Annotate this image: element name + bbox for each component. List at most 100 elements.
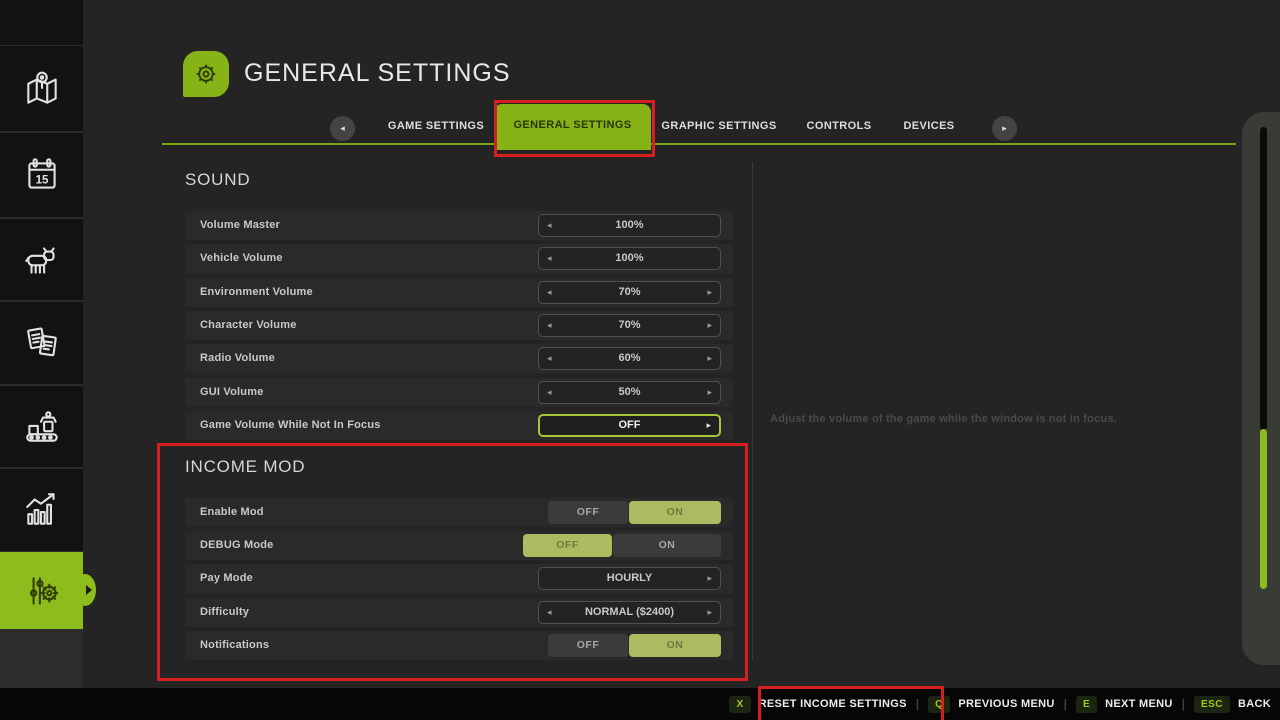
increase-arrow-icon[interactable]: ▸ (707, 382, 712, 403)
setting-value: 50% (539, 382, 720, 403)
setting-row-character-volume: Character Volume ◂ 70% ▸ (185, 311, 733, 340)
page-title: GENERAL SETTINGS (244, 59, 511, 88)
setting-label: DEBUG Mode (200, 531, 274, 560)
game-volume-not-in-focus-stepper-focused[interactable]: OFF ▸ (538, 414, 721, 437)
difficulty-stepper[interactable]: ◂ NORMAL ($2400) ▸ (538, 601, 721, 624)
setting-row-gui-volume: GUI Volume ◂ 50% ▸ (185, 378, 733, 407)
debug-mode-off-button[interactable]: OFF (523, 534, 612, 557)
chevron-right-icon: ▸ (1002, 123, 1007, 133)
setting-row-notifications: Notifications OFF ON (185, 631, 733, 660)
setting-value: 60% (539, 348, 720, 369)
increase-arrow-icon[interactable]: ▸ (707, 282, 712, 303)
increase-arrow-icon[interactable]: ▸ (707, 315, 712, 336)
debug-mode-toggle: OFF ON (523, 534, 721, 557)
tab-general-settings-active[interactable]: GENERAL SETTINGS (494, 104, 651, 150)
increase-arrow-icon[interactable]: ▸ (707, 602, 712, 623)
setting-label: Character Volume (200, 311, 297, 340)
map-icon (21, 68, 63, 110)
enable-mod-on-button[interactable]: ON (629, 501, 721, 524)
footer-divider: | (1064, 697, 1067, 711)
setting-description: Adjust the volume of the game while the … (770, 413, 1117, 425)
sidebar-item-map[interactable] (0, 46, 83, 131)
sidebar-active-bump (74, 574, 96, 606)
section-title-income-mod: INCOME MOD (185, 457, 305, 477)
sidebar-item-production[interactable] (0, 386, 83, 467)
reset-income-settings-label: RESET INCOME SETTINGS (759, 698, 907, 710)
sidebar-item-animals[interactable] (0, 219, 83, 300)
setting-value: 70% (539, 315, 720, 336)
vehicle-volume-stepper[interactable]: ◂ 100% (538, 247, 721, 270)
previous-menu-label: PREVIOUS MENU (958, 698, 1054, 710)
notifications-off-button[interactable]: OFF (548, 634, 628, 657)
setting-value: NORMAL ($2400) (539, 602, 720, 623)
section-title-sound: SOUND (185, 170, 250, 190)
footer-hint-bar: X RESET INCOME SETTINGS | Q PREVIOUS MEN… (0, 688, 1280, 720)
setting-row-game-volume-not-in-focus: Game Volume While Not In Focus OFF ▸ (185, 411, 733, 440)
setting-row-enable-mod: Enable Mod OFF ON (185, 498, 733, 527)
sidebar-item-contracts[interactable] (0, 302, 83, 384)
key-q-badge: Q (928, 696, 950, 713)
setting-row-vehicle-volume: Vehicle Volume ◂ 100% (185, 244, 733, 273)
setting-row-volume-master: Volume Master ◂ 100% (185, 211, 733, 240)
pay-mode-stepper[interactable]: HOURLY ▸ (538, 567, 721, 590)
setting-value: 100% (539, 248, 720, 269)
sidebar-item-empty (0, 0, 83, 45)
calendar-icon: 15 (21, 154, 63, 196)
increase-arrow-icon[interactable]: ▸ (707, 568, 712, 589)
production-icon (21, 406, 63, 448)
contracts-icon (21, 322, 63, 364)
tabs-scroll-right-button[interactable]: ▸ (992, 116, 1017, 141)
setting-label: Game Volume While Not In Focus (200, 411, 381, 440)
enable-mod-toggle: OFF ON (548, 501, 721, 524)
notifications-on-button[interactable]: ON (629, 634, 721, 657)
page-title-icon-badge (183, 51, 229, 97)
volume-master-stepper[interactable]: ◂ 100% (538, 214, 721, 237)
setting-row-radio-volume: Radio Volume ◂ 60% ▸ (185, 344, 733, 373)
tab-game-settings[interactable]: GAME SETTINGS (388, 120, 484, 132)
key-e-badge: E (1076, 696, 1097, 713)
sidebar-item-settings-active[interactable] (0, 552, 83, 629)
setting-value: HOURLY (539, 568, 720, 589)
setting-row-debug-mode: DEBUG Mode OFF ON (185, 531, 733, 560)
sidebar-item-statistics[interactable] (0, 469, 83, 551)
next-menu-button[interactable]: E NEXT MENU (1076, 696, 1173, 713)
back-button[interactable]: ESC BACK (1194, 696, 1271, 713)
setting-label: Enable Mod (200, 498, 264, 527)
debug-mode-on-button[interactable]: ON (613, 534, 721, 557)
tab-graphic-settings[interactable]: GRAPHIC SETTINGS (661, 120, 776, 132)
radio-volume-stepper[interactable]: ◂ 60% ▸ (538, 347, 721, 370)
setting-row-pay-mode: Pay Mode HOURLY ▸ (185, 564, 733, 593)
sidebar-item-calendar[interactable]: 15 (0, 133, 83, 217)
footer-divider: | (1182, 697, 1185, 711)
scrollbar-track[interactable] (1260, 127, 1267, 430)
tab-underline (162, 143, 1236, 145)
scrollbar-thumb[interactable] (1260, 429, 1267, 589)
enable-mod-off-button[interactable]: OFF (548, 501, 628, 524)
setting-value: OFF (540, 416, 719, 435)
setting-label: Difficulty (200, 598, 249, 627)
character-volume-stepper[interactable]: ◂ 70% ▸ (538, 314, 721, 337)
gear-icon (189, 57, 223, 91)
content-divider (752, 162, 753, 660)
setting-label: Volume Master (200, 211, 280, 240)
setting-value: 100% (539, 215, 720, 236)
tabs-scroll-left-button[interactable]: ◂ (330, 116, 355, 141)
reset-income-settings-button[interactable]: X RESET INCOME SETTINGS (729, 696, 906, 713)
key-x-badge: X (729, 696, 750, 713)
setting-row-difficulty: Difficulty ◂ NORMAL ($2400) ▸ (185, 598, 733, 627)
environment-volume-stepper[interactable]: ◂ 70% ▸ (538, 281, 721, 304)
increase-arrow-icon[interactable]: ▸ (707, 348, 712, 369)
sidebar-active-arrow-icon (86, 585, 92, 595)
increase-arrow-icon[interactable]: ▸ (706, 416, 711, 435)
setting-label: Pay Mode (200, 564, 253, 593)
active-tab-label: GENERAL SETTINGS (494, 104, 651, 146)
notifications-toggle: OFF ON (548, 634, 721, 657)
statistics-icon (21, 489, 63, 531)
gui-volume-stepper[interactable]: ◂ 50% ▸ (538, 381, 721, 404)
setting-label: Vehicle Volume (200, 244, 283, 273)
tab-devices[interactable]: DEVICES (903, 120, 954, 132)
tab-controls[interactable]: CONTROLS (807, 120, 872, 132)
setting-row-environment-volume: Environment Volume ◂ 70% ▸ (185, 278, 733, 307)
previous-menu-button[interactable]: Q PREVIOUS MENU (928, 696, 1054, 713)
setting-label: Environment Volume (200, 278, 313, 307)
